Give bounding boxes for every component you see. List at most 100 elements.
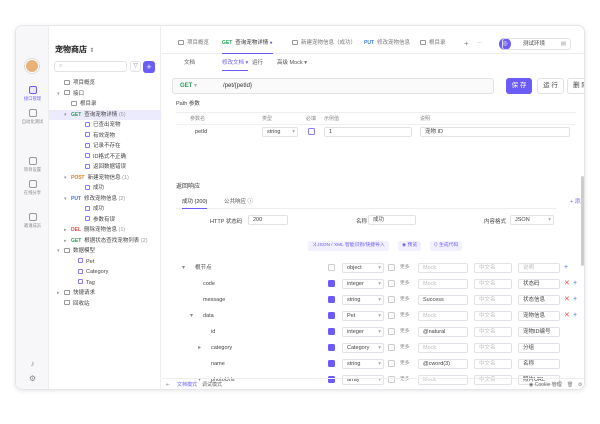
field-name[interactable]: category: [206, 343, 296, 353]
remove-icon[interactable]: ✕: [564, 279, 570, 289]
mock-input[interactable]: Success: [418, 295, 468, 305]
tree-item[interactable]: ▸ 快捷请求: [49, 288, 161, 299]
expand-icon[interactable]: ▸: [198, 343, 201, 353]
required-checkbox[interactable]: [388, 296, 395, 303]
format-select[interactable]: JSON ▾: [510, 215, 554, 225]
nullable-checkbox[interactable]: [328, 296, 335, 303]
desc-input[interactable]: 状态信息: [518, 295, 560, 305]
cn-name-input[interactable]: 中文名: [474, 359, 512, 369]
tree-item[interactable]: Category: [49, 267, 161, 278]
field-name[interactable]: name: [206, 359, 296, 369]
more-options[interactable]: 更多: [400, 343, 410, 353]
more-tabs-button[interactable]: ···: [477, 35, 483, 54]
url-path[interactable]: /pet/{petId}: [223, 79, 252, 93]
smart-import-button[interactable]: ⤨ JSON / XML 智能识别/快捷导入: [308, 241, 389, 251]
field-type[interactable]: Pet ▾: [342, 311, 384, 321]
name-input[interactable]: 成功: [368, 215, 416, 225]
tree-item[interactable]: 根目录: [49, 99, 161, 110]
api-item[interactable]: ▸ DEL 删除宠物信息 (1): [49, 225, 161, 236]
arrow-icon[interactable]: ▸: [64, 236, 69, 247]
tree-item[interactable]: 回收站: [49, 299, 161, 310]
add-child-icon[interactable]: +: [564, 263, 568, 273]
case-item[interactable]: 参数有误: [49, 215, 161, 226]
subtab[interactable]: 文档: [184, 57, 195, 70]
field-name[interactable]: message: [198, 295, 296, 305]
required-checkbox[interactable]: [388, 280, 395, 287]
method-select[interactable]: GET ▾: [180, 79, 197, 93]
desc-input[interactable]: 分组: [518, 343, 560, 353]
add-child-icon[interactable]: +: [573, 279, 577, 289]
save-button[interactable]: 保 存: [506, 78, 532, 94]
mock-input[interactable]: Mock: [418, 279, 468, 289]
bell-icon[interactable]: ♪: [28, 359, 37, 368]
api-item[interactable]: ▾ POST 新建宠物信息 (1): [49, 173, 161, 184]
debug-mode-button[interactable]: 调试模式: [202, 379, 222, 389]
new-tab-button[interactable]: +: [464, 35, 469, 54]
tree-item[interactable]: 项目概览: [49, 78, 161, 89]
collapse-icon[interactable]: ⇤: [166, 379, 170, 389]
doc-mode-button[interactable]: 文档模式: [177, 379, 197, 389]
nullable-checkbox[interactable]: [328, 344, 335, 351]
required-checkbox[interactable]: [388, 312, 395, 319]
delete-button[interactable]: 删 除: [567, 78, 584, 94]
expand-icon[interactable]: ▾: [182, 263, 185, 273]
nullable-checkbox[interactable]: [328, 360, 335, 367]
case-item[interactable]: 已查出宠物: [49, 120, 161, 131]
run-button[interactable]: 运 行: [537, 78, 564, 94]
required-checkbox[interactable]: [388, 344, 395, 351]
field-name[interactable]: data: [198, 311, 296, 321]
field-type[interactable]: string ▾: [342, 295, 384, 305]
status-input[interactable]: 200: [248, 215, 288, 225]
rail-item[interactable]: 自动化测试: [16, 109, 49, 125]
trash-icon[interactable]: 🗑: [567, 379, 573, 389]
desc-input[interactable]: 宠物信息: [518, 311, 560, 321]
api-item[interactable]: ▸ GET 根据状态查找宠物列表 (2): [49, 236, 161, 247]
filter-icon[interactable]: ▽: [130, 61, 141, 72]
desc-input[interactable]: 名称: [518, 359, 560, 369]
cn-name-input[interactable]: 中文名: [474, 327, 512, 337]
more-options[interactable]: 更多: [400, 359, 410, 369]
arrow-icon[interactable]: ▸: [57, 288, 62, 299]
response-tab[interactable]: 公共响应 ⓘ: [224, 196, 253, 208]
generate-code-button[interactable]: ⟨⟩ 生成代码: [430, 241, 463, 251]
param-example[interactable]: 1: [324, 127, 412, 137]
mock-input[interactable]: @cword(3): [418, 359, 468, 369]
api-item[interactable]: ▾ PUT 修改宠物信息 (2): [49, 194, 161, 205]
tree-item[interactable]: ▾ 接口: [49, 89, 161, 100]
subtab[interactable]: 修改文档 ▾: [222, 57, 249, 71]
scrollbar[interactable]: [581, 176, 584, 266]
tab-item[interactable]: GET 查询宠物详情 ●: [222, 35, 273, 54]
project-name[interactable]: 宠物商店 ⇕: [55, 44, 94, 55]
desc-input[interactable]: 说明: [518, 263, 560, 273]
tab-item[interactable]: 新建宠物信息（成功）: [292, 35, 356, 54]
nullable-checkbox[interactable]: [328, 280, 335, 287]
desc-input[interactable]: 宠物ID编号: [518, 327, 560, 337]
tab-item[interactable]: PUT 修改宠物信息: [364, 35, 410, 54]
cn-name-input[interactable]: 中文名: [474, 343, 512, 353]
cn-name-input[interactable]: 中文名: [474, 263, 512, 273]
arrow-icon[interactable]: ▾: [64, 173, 69, 184]
field-type[interactable]: string ▾: [342, 359, 384, 369]
nullable-checkbox[interactable]: [328, 328, 335, 335]
arrow-icon[interactable]: ▾: [64, 110, 69, 121]
desc-input[interactable]: 状态码: [518, 279, 560, 289]
cn-name-input[interactable]: 中文名: [474, 295, 512, 305]
case-item[interactable]: 有效宠物: [49, 131, 161, 142]
remove-icon[interactable]: ✕: [564, 295, 570, 305]
arrow-icon[interactable]: ▾: [64, 194, 69, 205]
field-type[interactable]: object ▾: [342, 263, 384, 273]
expand-icon[interactable]: ▾: [190, 311, 193, 321]
param-desc[interactable]: 宠物 ID: [420, 127, 570, 137]
cn-name-input[interactable]: 中文名: [474, 311, 512, 321]
preview-button[interactable]: ◉ 预览: [398, 241, 422, 251]
tab-item[interactable]: 项目概览: [178, 35, 209, 54]
subtab[interactable]: 运行: [252, 57, 263, 70]
param-required[interactable]: [308, 128, 315, 135]
nullable-checkbox[interactable]: [328, 264, 335, 271]
url-bar[interactable]: GET ▾ /pet/{petId}: [172, 78, 494, 94]
rail-item[interactable]: 在线分享: [16, 180, 49, 196]
field-type[interactable]: integer ▾: [342, 327, 384, 337]
case-item[interactable]: ID格式不正确: [49, 152, 161, 163]
param-type[interactable]: string ▾: [262, 127, 298, 137]
case-item[interactable]: 成功: [49, 204, 161, 215]
